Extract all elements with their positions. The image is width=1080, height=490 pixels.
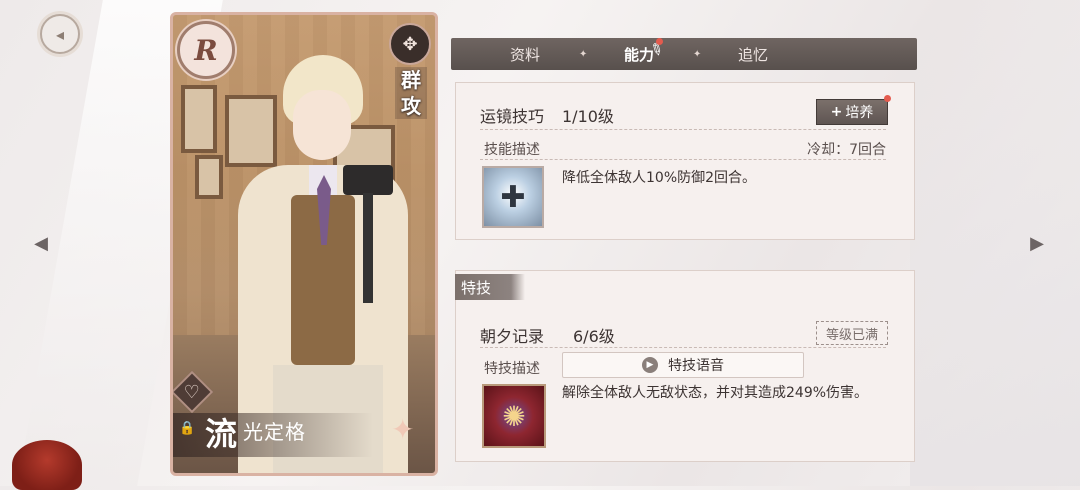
special-icon[interactable]: ✺ xyxy=(482,384,546,448)
divider xyxy=(480,347,886,348)
character-art xyxy=(213,45,408,473)
special-tag: 特技 xyxy=(455,274,525,300)
wall-frame xyxy=(181,85,217,153)
level-maxed-badge: 等级已满 xyxy=(816,321,888,345)
train-button-label: 培养 xyxy=(845,105,874,121)
special-description: 解除全体敌人无敌状态，并对其造成249%伤害。 xyxy=(562,385,869,401)
lock-icon[interactable]: 🔒 xyxy=(179,421,195,437)
play-icon: ▶ xyxy=(642,357,658,373)
skill-description: 降低全体敌人10%防御2回合。 xyxy=(562,170,757,186)
tab-ability[interactable]: 能力 ✎ xyxy=(585,37,693,65)
card-name-rest: 光定格 xyxy=(243,420,306,444)
character-card[interactable]: R ✥ 群攻 ♡ 🔒 流 光定格 ✦ xyxy=(170,12,438,476)
skill-desc-label: 技能描述 xyxy=(484,142,540,158)
skill-panel: 运镜技巧 1/10级 + 培养 技能描述 冷却：7回合 ✚ 降低全体敌人10%防… xyxy=(455,82,915,240)
tab-bar: 资料 ✦ 能力 ✎ ✦ 追忆 xyxy=(451,37,917,70)
skill-level: 1/10级 xyxy=(562,107,614,126)
back-arrow-icon: ◂ xyxy=(55,24,65,44)
rose-decoration xyxy=(12,440,82,490)
special-voice-button[interactable]: ▶ 特技语音 xyxy=(562,352,804,378)
attack-type-label: 群攻 xyxy=(395,67,427,119)
tab-memory[interactable]: 追忆 xyxy=(699,44,807,65)
voice-button-label: 特技语音 xyxy=(668,358,724,374)
plus-icon: + xyxy=(830,104,843,120)
skill-icon[interactable]: ✚ xyxy=(482,166,544,228)
special-name: 朝夕记录 xyxy=(480,327,545,346)
special-level: 6/6级 xyxy=(573,327,615,346)
card-name-first: 流 xyxy=(205,415,238,453)
notification-dot xyxy=(884,95,891,102)
heart-icon[interactable]: ♡ xyxy=(173,370,214,414)
background-right-shade xyxy=(910,0,1080,486)
attack-type-icon: ✥ xyxy=(389,23,431,65)
rarity-badge: R xyxy=(177,21,235,79)
special-desc-label: 特技描述 xyxy=(484,361,540,377)
divider xyxy=(480,129,886,130)
train-button[interactable]: + 培养 xyxy=(816,95,891,125)
next-card-arrow[interactable]: ▶ xyxy=(1024,232,1050,254)
star-decoration-icon: ✦ xyxy=(391,413,415,446)
left-arrow-icon: ◀ xyxy=(34,232,48,254)
previous-card-arrow[interactable]: ◀ xyxy=(28,232,54,254)
divider xyxy=(480,159,886,160)
tab-profile[interactable]: 资料 xyxy=(471,44,579,65)
back-button[interactable]: ◂ xyxy=(40,14,80,54)
right-arrow-icon: ▶ xyxy=(1030,232,1044,254)
notification-dot xyxy=(656,37,663,45)
skill-name: 运镜技巧 xyxy=(480,107,545,126)
skill-cooldown: 冷却：7回合 xyxy=(807,142,886,158)
